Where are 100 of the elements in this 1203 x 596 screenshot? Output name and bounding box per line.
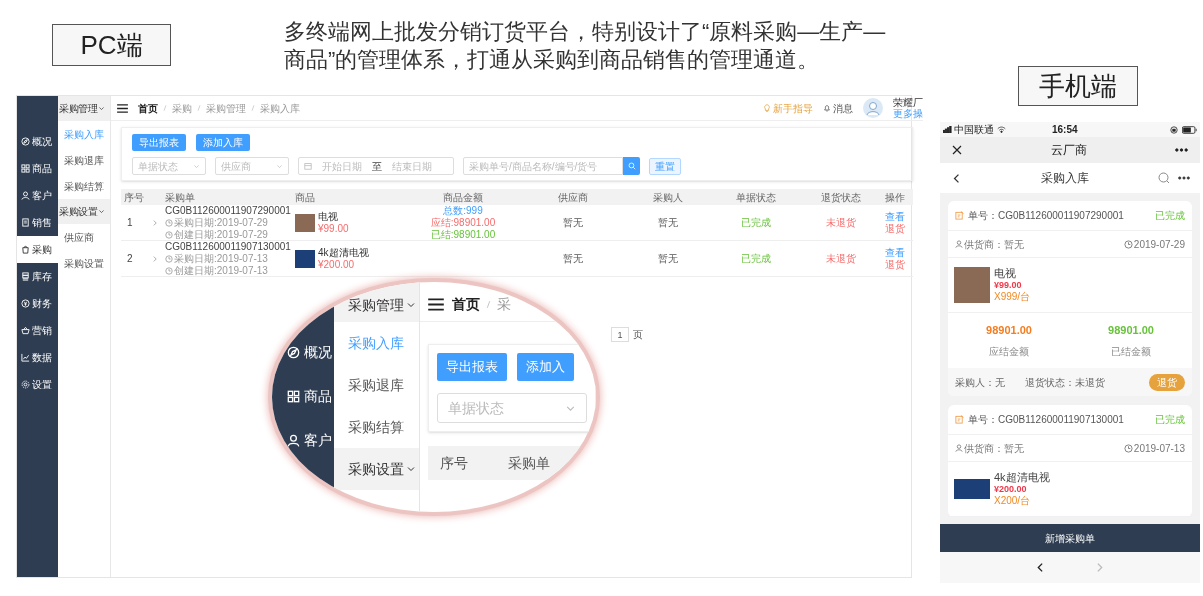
paid-label: 已结金额 [1110,344,1152,359]
expand-icon[interactable] [151,219,159,227]
supplier: 供货商：暂无 [964,441,1024,456]
clock-icon [1123,443,1133,453]
bell-icon [823,104,831,112]
search-button[interactable] [623,157,640,175]
column-header: 序号 [123,190,145,205]
column-header: 退货状态 [819,190,862,205]
table-cell-text: 暂无 [562,217,584,229]
user-icon [955,444,963,452]
search-icon[interactable] [1158,172,1170,184]
sidebar-item[interactable]: 采购 [17,236,58,263]
total-count: 总数:999 [443,205,483,217]
column-header: 操作 [884,190,906,205]
messages-link[interactable]: 消息 [823,100,853,116]
sidebar-item[interactable]: 概况 [17,128,58,155]
sidebar-item[interactable]: 数据 [17,344,58,371]
sidebar-item[interactable]: 设置 [17,371,58,398]
close-icon[interactable] [952,145,962,155]
search-icon [627,162,636,170]
grid-icon [287,389,300,403]
purchase-date: 采购日期:2019-07-29 [174,217,268,229]
created-date: 创建日期:2019-07-29 [174,229,268,241]
submenu-group[interactable]: 采购设置 [58,199,110,224]
column-header: 商品金额 [442,190,484,205]
submenu-item[interactable]: 采购结算 [58,173,110,199]
settings-icon [21,380,30,389]
page-field[interactable]: 1 [611,327,629,342]
product-photo-placeholder [295,214,315,232]
wifi-icon [997,126,1006,133]
clock-time: 16:54 [1052,124,1078,135]
submenu-item[interactable]: 采购设置 [58,250,110,276]
chevron-down-icon [193,162,200,170]
payable-amount: 98901.00 [985,323,1033,339]
product-quantity: X999/台 [994,291,1031,303]
grid-icon [21,164,30,173]
sidebar-item[interactable]: 客户 [17,182,58,209]
user-icon [287,433,300,447]
payable-amount: 应结:98901.00 [430,217,496,229]
submenu-group[interactable]: 采购设置 [333,448,419,490]
sidebar-item[interactable]: 财务 [17,290,58,317]
submenu-item[interactable]: 采购退库 [58,147,110,173]
headline: 多终端网上批发分销订货平台，特别设计了“原料采购—生产—商品”的管理体系，打通从采购到商品销售的管理通道。 [284,18,887,74]
user-icon [955,240,963,248]
order-card[interactable]: 单号：CG0B112600011907290001 已完成 供货商：暂无 2019-07-29 电视 ¥99.00 X999/台 98901.00 应结金额 98901.00 已结金额 采购人：无 退货状态：未退货 退货 [948,201,1192,396]
payable-label: 应结金额 [988,344,1030,359]
order-card[interactable]: 单号：CG0B112600011907130001 已完成 供货商：暂无 2019-07-13 4k超清电视 ¥200.00 X200/台 [948,405,1192,517]
purchase-date: 采购日期:2019-07-13 [174,253,268,265]
order-number: CG0B112600011907130001 [165,241,292,253]
order-date: 2019-07-13 [1133,441,1185,456]
order-number: 单号：CG0B112600011907130001 [968,413,1124,427]
more-icon[interactable] [1178,176,1190,180]
submenu-item[interactable]: 采购退库 [333,364,419,406]
order-number: 单号：CG0B112600011907290001 [968,209,1124,223]
supplier: 供货商：暂无 [964,237,1024,252]
clock-icon [165,255,173,263]
sidebar-item[interactable]: 商品 [272,374,334,418]
more-icon[interactable] [1175,148,1188,152]
order-status: 已完成 [739,253,772,265]
product-photo-placeholder [295,250,315,268]
submenu-group[interactable]: 采购管理 [58,96,110,121]
calendar-icon [304,162,312,170]
sidebar-item[interactable]: 客户 [272,418,334,462]
carrier-name: 中国联通 [954,124,994,135]
product-price: ¥200.00 [994,483,1028,495]
clock-icon [165,267,173,275]
chevron-down-icon [405,464,416,474]
chevron-down-icon [405,300,416,310]
chart-icon [21,353,30,362]
product-price: ¥99.00 [318,223,349,235]
submenu-item[interactable]: 供应商 [58,224,110,250]
column-header: 采购单 [508,453,550,473]
clock-icon [1123,239,1133,249]
edit-document-icon [955,415,964,424]
add-order-button[interactable]: 新增采购单 [940,524,1200,552]
submenu-item[interactable]: 采购结算 [333,406,419,448]
product-photo-placeholder [954,479,990,499]
sidebar-item[interactable]: 库存 [17,263,58,290]
product-name: 4k超清电视 [318,247,369,259]
return-status: 未退货 [824,253,857,265]
sidebar-item[interactable]: 营销 [17,317,58,344]
battery-icon [1182,125,1197,134]
avatar-icon[interactable] [863,98,883,118]
return-status: 退货状态：未退货 [1025,375,1105,390]
sidebar-item[interactable]: 商品 [17,155,58,182]
edit-document-icon [955,211,964,220]
product-name: 电视 [318,211,339,223]
expand-icon[interactable] [151,255,159,263]
breadcrumb-link[interactable]: 首页 [138,100,158,116]
menu-icon [117,103,128,113]
slash-icon [486,299,491,310]
sidebar-item[interactable]: 销售 [17,209,58,236]
pc-label: PC端 [52,24,171,66]
order-status: 已完成 [739,217,772,229]
bag-icon [21,245,30,254]
document-icon [21,218,30,227]
column-header: 单据状态 [734,190,777,205]
breadcrumb-link[interactable]: 首页 [452,294,480,315]
app-title: 云厂商 [1050,142,1087,159]
sidebar-item[interactable]: 概况 [272,330,334,374]
